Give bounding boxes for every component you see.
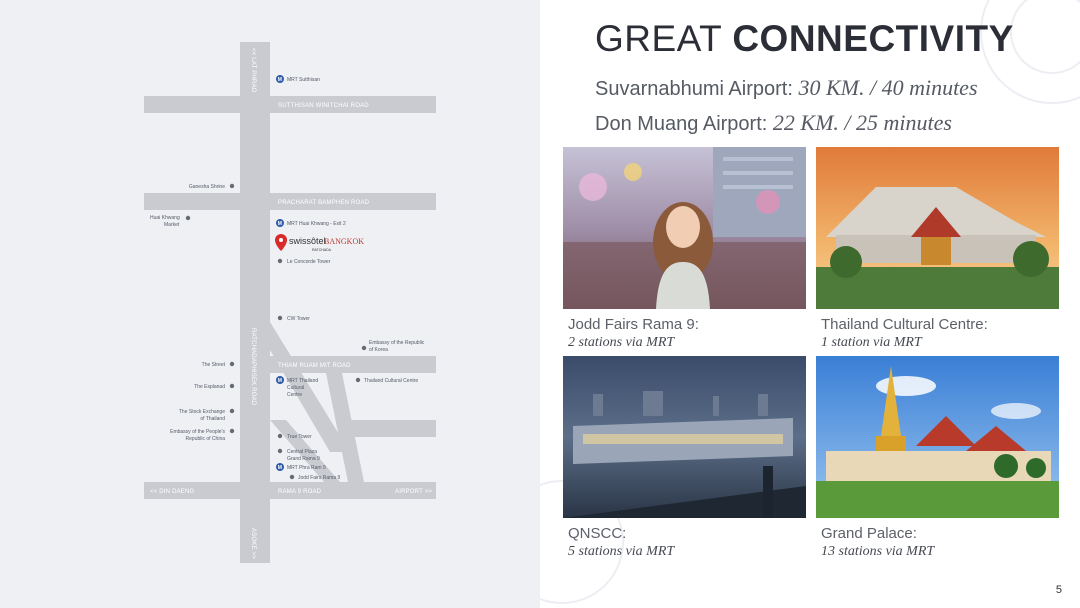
poi-central-plaza-2: Grand Rama 9 [287, 456, 320, 462]
location-map: << LAT PHRAO SUTTHISAN WINITCHAI ROAD PR… [144, 42, 436, 563]
attraction-detail: 2 stations via MRT [568, 335, 675, 350]
road-label-asoke: ASOKE >> [250, 528, 256, 559]
pin-center [279, 238, 283, 242]
poi-dot [277, 433, 283, 439]
connectivity-panel: GREAT CONNECTIVITY Suvarnabhumi Airport:… [540, 0, 1080, 608]
poi-stock-exchange: The Stock Exchange [179, 409, 225, 415]
poi-dot [355, 377, 361, 383]
poi-mrt-sutthisan: MRT Sutthisan [287, 77, 320, 83]
title-bold: CONNECTIVITY [732, 18, 1014, 59]
mrt-letter: M [278, 465, 282, 471]
poi-ganesha: Ganesha Shrine [189, 184, 225, 190]
title-light: GREAT [595, 18, 722, 59]
hotel-sub: RATCHADA [312, 248, 332, 252]
location-pin-icon [275, 234, 287, 251]
photo-thailand-cultural-centre [816, 147, 1059, 309]
poi-the-street: The Street [202, 362, 226, 368]
caption-thailand-cultural-centre: Thailand Cultural Centre: 1 station via … [821, 316, 1061, 351]
poi-central-plaza: Central Plaza [287, 449, 317, 455]
photo-qnscc [563, 356, 806, 518]
poi-huai-khwang-market: Huai Khwang [150, 215, 180, 221]
page-number: 5 [1055, 584, 1062, 596]
poi-dot [289, 474, 295, 480]
photo-grand-palace [816, 356, 1059, 518]
poi-dot [277, 258, 283, 264]
caption-grand-palace: Grand Palace: 13 stations via MRT [821, 525, 1061, 560]
map-panel: << LAT PHRAO SUTTHISAN WINITCHAI ROAD PR… [0, 0, 540, 608]
poi-true-tower: True Tower [287, 434, 312, 440]
poi-mrt-tcc-3: Centre [287, 392, 302, 398]
attraction-name: QNSCC: [568, 525, 627, 542]
airport-distance: 30 KM. / 40 minutes [798, 75, 978, 100]
road-label-pracharat: PRACHARAT BAMPHEN ROAD [278, 200, 370, 206]
poi-china-embassy: Embassy of the People's [170, 429, 225, 435]
poi-korea-embassy: Embassy of the Republic [369, 340, 425, 346]
road-label-thiam-ruam-mit: THIAM RUAM MIT ROAD [278, 363, 351, 369]
mrt-letter: M [278, 378, 282, 384]
airport-distance: 22 KM. / 25 minutes [772, 110, 952, 135]
poi-esplanade: The Esplanad [194, 384, 225, 390]
poi-china-embassy-2: Republic of China [186, 436, 226, 442]
airport-label: Suvarnabhumi Airport: [595, 78, 793, 100]
poi-mrt-tcc: MRT Thailand [287, 378, 318, 384]
poi-dot [229, 408, 235, 414]
road-label-sutthisan: SUTTHISAN WINITCHAI ROAD [278, 103, 369, 109]
mrt-sutthisan-marker: M MRT Sutthisan [276, 75, 320, 83]
attraction-detail: 13 stations via MRT [821, 544, 935, 559]
photo-jodd-fairs [563, 147, 806, 309]
airport-don-muang: Don Muang Airport: 22 KM. / 25 minutes [595, 110, 952, 136]
airport-label: Don Muang Airport: [595, 113, 768, 135]
poi-dot [185, 215, 191, 221]
road-label-rama9: RAMA 9 ROAD [278, 489, 322, 495]
poi-jodd-fairs: Jodd Fairs Rama 9 [298, 475, 340, 481]
attraction-detail: 5 stations via MRT [568, 544, 675, 559]
poi-dot [277, 448, 283, 454]
poi-thailand-cultural-centre: Thailand Cultural Centre [364, 378, 418, 384]
poi-huai-khwang-market-2: Market [164, 222, 180, 228]
page-title: GREAT CONNECTIVITY [595, 18, 1014, 60]
caption-jodd-fairs: Jodd Fairs Rama 9: 2 stations via MRT [568, 316, 808, 351]
poi-dot [229, 383, 235, 389]
road-label-din-daeng: << DIN DAENG [150, 489, 195, 495]
poi-dot [277, 315, 283, 321]
poi-dot [361, 345, 367, 351]
attraction-detail: 1 station via MRT [821, 335, 922, 350]
hotel-city: BANGKOK [324, 237, 364, 246]
mrt-letter: M [278, 221, 282, 227]
attraction-name: Jodd Fairs Rama 9: [568, 316, 699, 333]
attraction-name: Grand Palace: [821, 525, 917, 542]
road-label-airport: AIRPORT >> [395, 489, 432, 495]
poi-mrt-tcc-2: Cultural [287, 385, 304, 391]
road-label-ratchadaphisek: RATCHADAPHISEK ROAD [250, 328, 256, 406]
poi-le-concorde: Le Concorde Tower [287, 259, 331, 265]
poi-dot [229, 183, 235, 189]
caption-qnscc: QNSCC: 5 stations via MRT [568, 525, 808, 560]
poi-korea-embassy-2: of Korea [369, 347, 388, 353]
poi-cw-tower: CW Tower [287, 316, 310, 322]
airport-suvarnabhumi: Suvarnabhumi Airport: 30 KM. / 40 minute… [595, 75, 978, 101]
poi-dot [229, 361, 235, 367]
hotel-marker: swissôtel BANGKOK RATCHADA [275, 234, 364, 252]
poi-dot [229, 428, 235, 434]
mrt-letter: M [278, 77, 282, 83]
attraction-name: Thailand Cultural Centre: [821, 316, 988, 333]
road-label-lat-phrao: << LAT PHRAO [250, 48, 256, 93]
poi-stock-exchange-2: of Thailand [200, 416, 225, 422]
road-network [144, 42, 436, 563]
poi-mrt-rama9: MRT Phra Ram 9 [287, 465, 326, 471]
hotel-brand: swissôtel [289, 236, 326, 246]
poi-mrt-huai-khwang: MRT Huai Khwang - Exit 2 [287, 221, 346, 227]
